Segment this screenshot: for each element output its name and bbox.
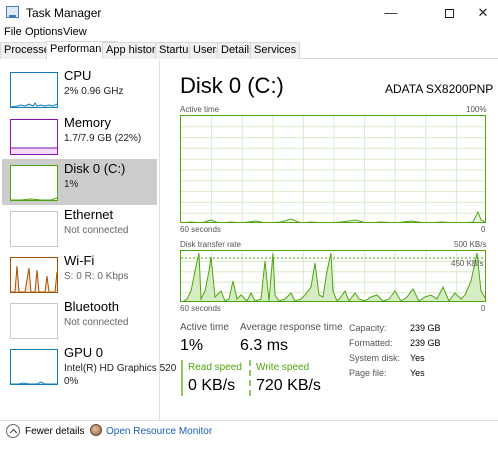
sidebar-item-label: Ethernet: [64, 207, 114, 222]
active-time-stat-value: 1%: [180, 337, 204, 354]
sidebar-item-detail-2: 0%: [64, 376, 79, 387]
cpu-thumbnail-graph: [10, 72, 58, 108]
read-speed-value: 0 KB/s: [188, 377, 236, 394]
wifi-thumbnail-graph: [10, 257, 58, 293]
sidebar-item-cpu[interactable]: CPU 2% 0.96 GHz: [2, 66, 157, 112]
sidebar-item-label: Wi-Fi: [64, 253, 95, 268]
sidebar-item-detail: Intel(R) HD Graphics 520: [64, 363, 177, 374]
transfer-rate-graph: [180, 250, 486, 302]
maximize-button[interactable]: [432, 0, 466, 25]
sidebar-item-detail: Not connected: [64, 317, 129, 328]
chevron-up-icon[interactable]: [6, 424, 20, 438]
minimize-button[interactable]: —: [374, 0, 408, 25]
open-resource-monitor-link[interactable]: Open Resource Monitor: [106, 426, 212, 437]
menu-file[interactable]: File: [4, 26, 22, 38]
formatted-label: Formatted:: [349, 338, 393, 348]
memory-thumbnail-graph: [10, 119, 58, 155]
sidebar-item-label: Bluetooth: [64, 299, 119, 314]
page-title: Disk 0 (C:): [180, 73, 284, 98]
sidebar-item-wifi[interactable]: Wi-Fi S: 0 R: 0 Kbps: [2, 251, 157, 297]
active-time-max-label: 100%: [466, 105, 487, 114]
system-disk-value: Yes: [410, 353, 425, 363]
bluetooth-thumbnail-graph: [10, 303, 58, 339]
write-speed-value: 720 KB/s: [256, 377, 321, 394]
tab-services[interactable]: Services: [250, 42, 301, 59]
fewer-details-link[interactable]: Fewer details: [25, 426, 84, 437]
close-button[interactable]: ✕: [466, 0, 498, 25]
sidebar-item-detail: 1.7/7.9 GB (22%): [64, 133, 142, 144]
tab-bar: Processes Performance App history Startu…: [0, 41, 498, 60]
transfer-line-label: 450 KB/s: [451, 259, 484, 268]
capacity-value: 239 GB: [410, 323, 441, 333]
read-speed-box: Read speed 0 KB/s: [181, 360, 242, 396]
sidebar-item-disk[interactable]: Disk 0 (C:) 1%: [2, 159, 157, 205]
sidebar-item-detail: 1%: [64, 179, 79, 190]
transfer-rate-graph-svg: [181, 251, 485, 301]
menu-view[interactable]: View: [63, 26, 87, 38]
system-disk-label: System disk:: [349, 353, 401, 363]
disk-detail-panel: Disk 0 (C:) ADATA SX8200PNP Active time …: [161, 60, 498, 420]
sidebar-item-label: CPU: [64, 68, 92, 83]
menu-options[interactable]: Options: [25, 26, 63, 38]
page-file-label: Page file:: [349, 368, 387, 378]
active-time-stat-label: Active time: [180, 322, 229, 333]
sidebar-item-detail: S: 0 R: 0 Kbps: [64, 271, 129, 282]
title-bar: Task Manager — ✕: [0, 0, 498, 25]
sidebar-item-bluetooth[interactable]: Bluetooth Not connected: [2, 297, 157, 343]
gpu-thumbnail-graph: [10, 349, 58, 385]
active-time-graph: [180, 115, 486, 223]
active-time-window-label: 60 seconds: [180, 225, 221, 234]
disk-thumbnail-graph: [10, 165, 58, 201]
menu-bar: File Options View: [0, 24, 498, 41]
sidebar-item-label: Memory: [64, 115, 111, 130]
capacity-label: Capacity:: [349, 323, 387, 333]
active-time-min-label: 0: [481, 225, 486, 234]
transfer-graph-label: Disk transfer rate: [180, 240, 241, 249]
ethernet-thumbnail-graph: [10, 211, 58, 247]
response-time-label: Average response time: [240, 322, 343, 333]
write-speed-label: Write speed: [256, 362, 310, 373]
active-time-graph-label: Active time: [180, 105, 220, 114]
disk-model: ADATA SX8200PNP: [385, 82, 494, 96]
resource-monitor-icon: [90, 424, 102, 436]
sidebar-item-gpu[interactable]: GPU 0 Intel(R) HD Graphics 520 0%: [2, 343, 176, 395]
resource-list: CPU 2% 0.96 GHz Memory 1.7/7.9 GB (22%) …: [0, 60, 176, 420]
sidebar-item-detail: Not connected: [64, 225, 129, 236]
active-time-graph-svg: [181, 116, 485, 222]
sidebar-item-memory[interactable]: Memory 1.7/7.9 GB (22%): [2, 113, 157, 159]
footer: Fewer details Open Resource Monitor: [0, 420, 498, 450]
response-time-value: 6.3 ms: [240, 337, 289, 354]
read-speed-label: Read speed: [188, 362, 242, 373]
sidebar-item-detail: 2% 0.96 GHz: [64, 86, 124, 97]
sidebar-item-ethernet[interactable]: Ethernet Not connected: [2, 205, 157, 251]
transfer-min-label: 0: [481, 304, 486, 313]
page-file-value: Yes: [410, 368, 425, 378]
sidebar-item-label: Disk 0 (C:): [64, 161, 126, 176]
transfer-max-label: 500 KB/s: [454, 240, 487, 249]
transfer-window-label: 60 seconds: [180, 304, 221, 313]
sidebar-item-label: GPU 0: [64, 345, 104, 360]
window-title: Task Manager: [26, 6, 102, 20]
maximize-icon: [444, 9, 454, 19]
formatted-value: 239 GB: [410, 338, 441, 348]
task-manager-icon: [6, 6, 19, 18]
write-speed-box: Write speed 720 KB/s: [249, 360, 329, 396]
